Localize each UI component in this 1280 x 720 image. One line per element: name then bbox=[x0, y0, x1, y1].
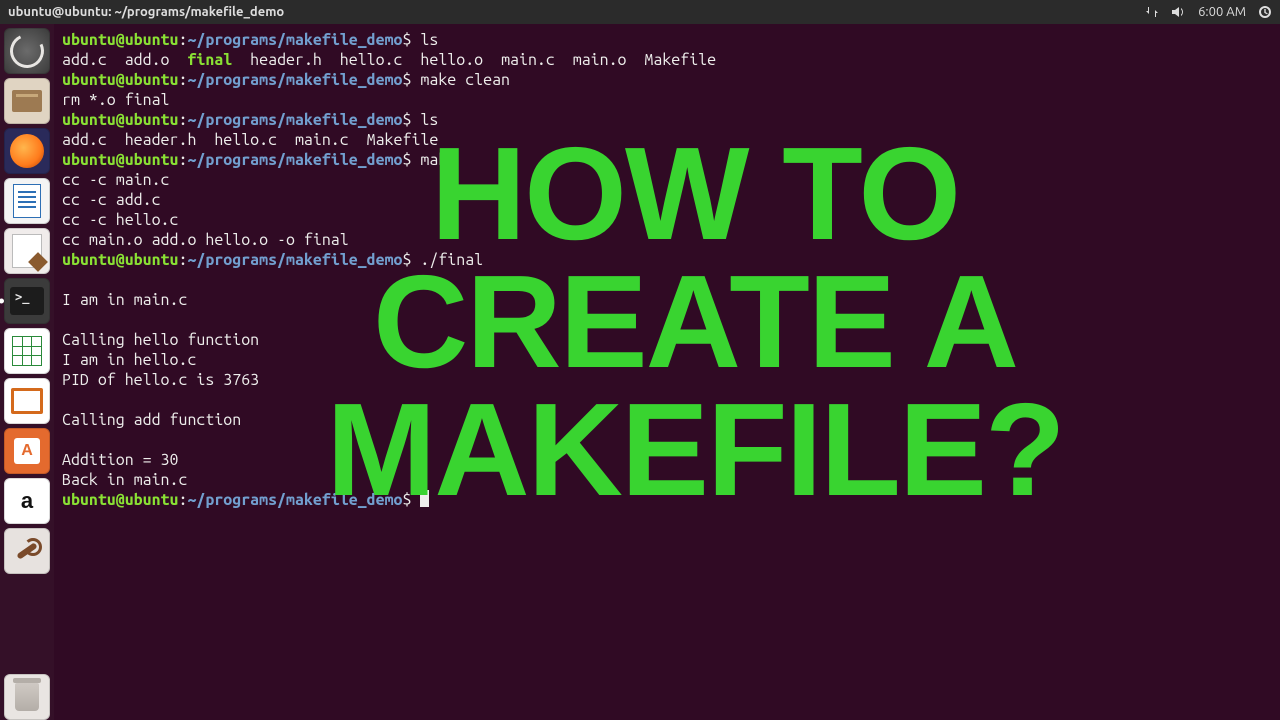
terminal-line: add.c add.o final header.h hello.c hello… bbox=[62, 50, 1272, 70]
terminal-line: ubuntu@ubuntu:~/programs/makefile_demo$ … bbox=[62, 110, 1272, 130]
terminal-line: cc main.o add.o hello.o -o final bbox=[62, 230, 1272, 250]
terminal-window[interactable]: ubuntu@ubuntu:~/programs/makefile_demo$ … bbox=[54, 24, 1280, 720]
dash-icon[interactable] bbox=[4, 28, 50, 74]
amazon-icon[interactable]: a bbox=[4, 478, 50, 524]
power-icon[interactable] bbox=[1258, 5, 1272, 19]
terminal-line: ubuntu@ubuntu:~/programs/makefile_demo$ bbox=[62, 490, 1272, 510]
window-title: ubuntu@ubuntu: ~/programs/makefile_demo bbox=[8, 5, 284, 19]
clock[interactable]: 6:00 AM bbox=[1198, 5, 1246, 19]
launcher: a bbox=[0, 24, 54, 720]
network-icon[interactable] bbox=[1145, 5, 1159, 19]
terminal-line: add.c header.h hello.c main.c Makefile bbox=[62, 130, 1272, 150]
terminal-line bbox=[62, 310, 1272, 330]
terminal-line: cc -c main.c bbox=[62, 170, 1272, 190]
terminal-line: cc -c hello.c bbox=[62, 210, 1272, 230]
top-panel: ubuntu@ubuntu: ~/programs/makefile_demo … bbox=[0, 0, 1280, 24]
trash-icon[interactable] bbox=[4, 674, 50, 720]
calc-icon[interactable] bbox=[4, 328, 50, 374]
terminal-line bbox=[62, 270, 1272, 290]
terminal-line: rm *.o final bbox=[62, 90, 1272, 110]
terminal-line: Calling add function bbox=[62, 410, 1272, 430]
text-editor-icon[interactable] bbox=[4, 228, 50, 274]
impress-icon[interactable] bbox=[4, 378, 50, 424]
terminal-line: ubuntu@ubuntu:~/programs/makefile_demo$ … bbox=[62, 70, 1272, 90]
terminal-line: ubuntu@ubuntu:~/programs/makefile_demo$ … bbox=[62, 150, 1272, 170]
writer-icon[interactable] bbox=[4, 178, 50, 224]
terminal-line: I am in main.c bbox=[62, 290, 1272, 310]
terminal-line: PID of hello.c is 3763 bbox=[62, 370, 1272, 390]
terminal-line: Calling hello function bbox=[62, 330, 1272, 350]
terminal-line: ubuntu@ubuntu:~/programs/makefile_demo$ … bbox=[62, 250, 1272, 270]
software-icon[interactable] bbox=[4, 428, 50, 474]
terminal-line: Back in main.c bbox=[62, 470, 1272, 490]
terminal-line: cc -c add.c bbox=[62, 190, 1272, 210]
terminal-line: I am in hello.c bbox=[62, 350, 1272, 370]
settings-icon[interactable] bbox=[4, 528, 50, 574]
terminal-icon[interactable] bbox=[4, 278, 50, 324]
firefox-icon[interactable] bbox=[4, 128, 50, 174]
terminal-line bbox=[62, 390, 1272, 410]
terminal-line: Addition = 30 bbox=[62, 450, 1272, 470]
terminal-line bbox=[62, 430, 1272, 450]
sound-icon[interactable] bbox=[1171, 5, 1186, 19]
terminal-line: ubuntu@ubuntu:~/programs/makefile_demo$ … bbox=[62, 30, 1272, 50]
files-icon[interactable] bbox=[4, 78, 50, 124]
